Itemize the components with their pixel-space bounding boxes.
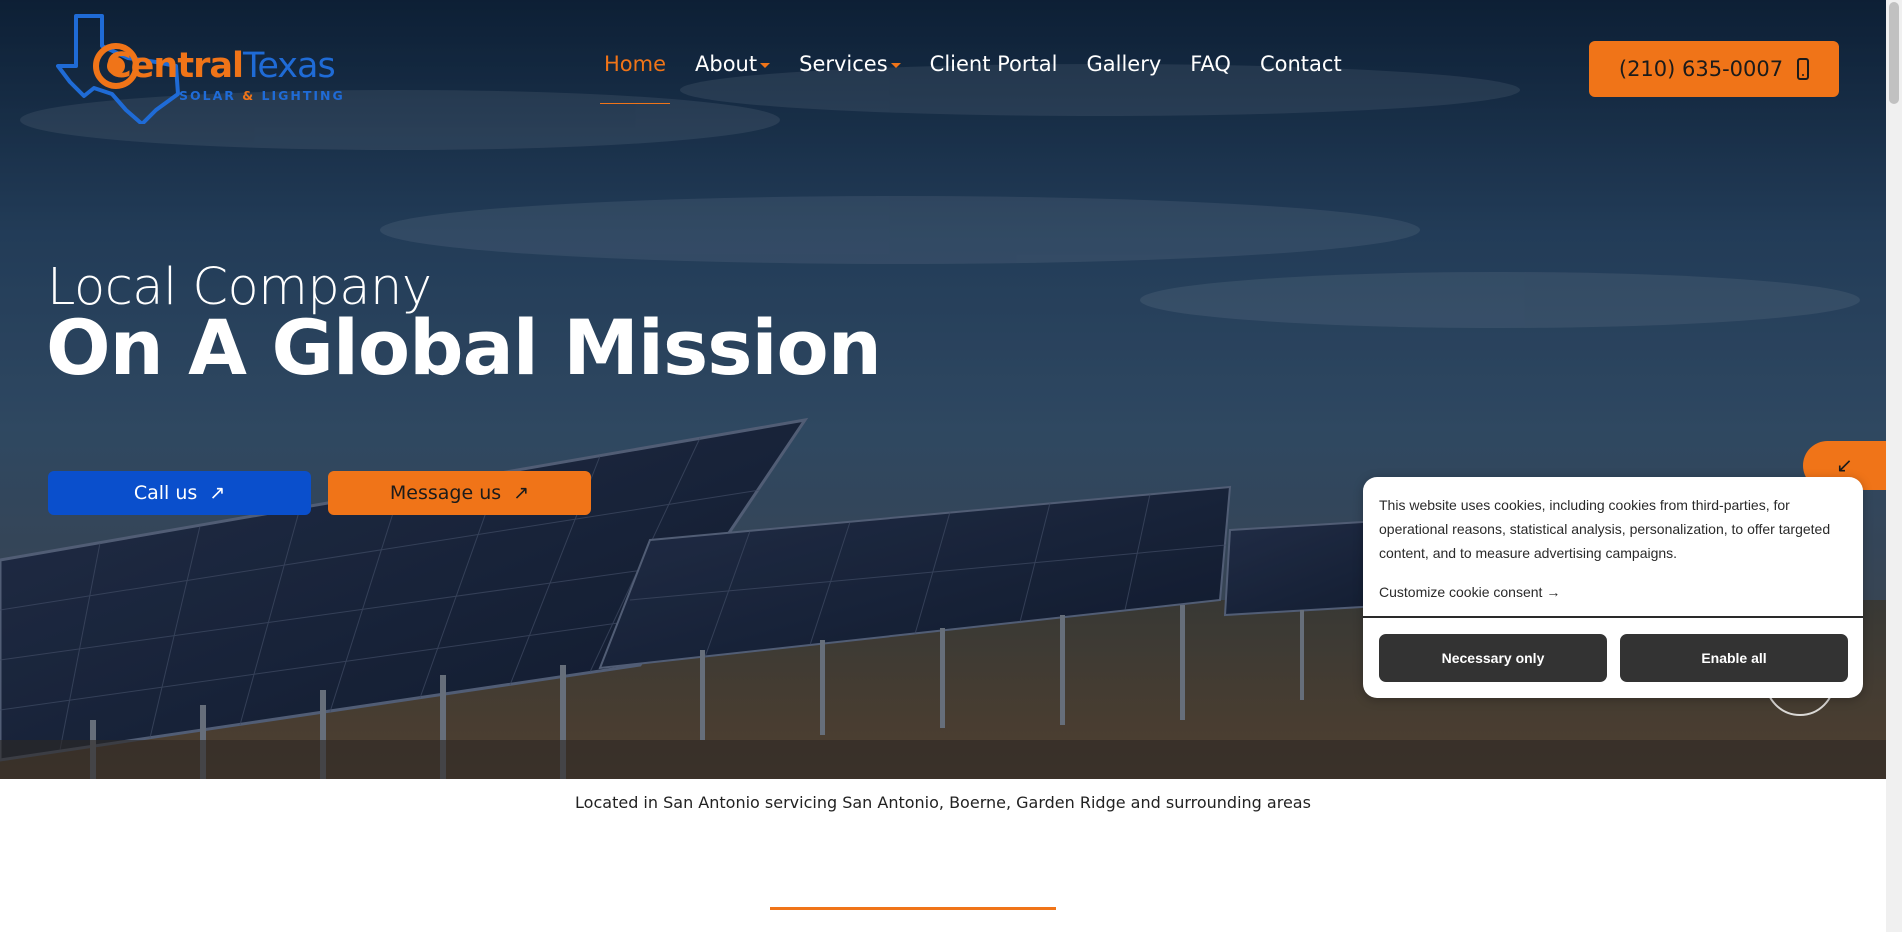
arrow-up-right-icon: ↗	[513, 482, 530, 504]
nav-faq[interactable]: FAQ	[1190, 52, 1231, 76]
service-area-text: Located in San Antonio servicing San Ant…	[575, 793, 1311, 812]
nav-gallery[interactable]: Gallery	[1086, 52, 1161, 76]
logo-wordmark: CentralTexas	[106, 46, 336, 86]
phone-button[interactable]: (210) 635-0007	[1589, 41, 1839, 97]
smartphone-icon	[1797, 58, 1810, 80]
arrow-right-icon: →	[1546, 584, 1561, 600]
dropdown-caret-icon	[760, 63, 771, 68]
nav-services[interactable]: Services	[799, 52, 901, 76]
logo-tagline: SOLAR & LIGHTING	[179, 88, 345, 103]
call-us-label: Call us	[133, 482, 198, 504]
nav-home[interactable]: Home	[599, 52, 671, 104]
enable-all-button[interactable]: Enable all	[1620, 634, 1848, 682]
arrow-down-left-icon: ↙	[1836, 455, 1853, 477]
section-divider	[770, 907, 1056, 910]
nav-about[interactable]: About	[695, 52, 771, 76]
page-scrollbar[interactable]	[1886, 0, 1902, 932]
dropdown-caret-icon	[890, 63, 901, 68]
message-us-label: Message us	[389, 482, 502, 504]
call-us-button[interactable]: Call us ↗	[48, 471, 311, 515]
cookie-message: This website uses cookies, including coo…	[1379, 497, 1831, 561]
cookie-consent-banner: This website uses cookies, including coo…	[1363, 477, 1863, 698]
cookie-separator	[1363, 616, 1863, 618]
arrow-up-right-icon: ↗	[209, 482, 226, 504]
hero-headline: On A Global Mission	[46, 303, 882, 392]
scrollbar-thumb[interactable]	[1889, 2, 1899, 104]
nav-client-portal[interactable]: Client Portal	[930, 52, 1058, 76]
nav-contact[interactable]: Contact	[1260, 52, 1342, 76]
message-us-button[interactable]: Message us ↗	[328, 471, 591, 515]
customize-cookie-link[interactable]: Customize cookie consent →	[1379, 584, 1560, 600]
phone-number: (210) 635-0007	[1618, 57, 1784, 81]
main-navigation: Home About Services Client Portal Galler…	[599, 52, 1371, 104]
necessary-only-button[interactable]: Necessary only	[1379, 634, 1607, 682]
company-logo[interactable]: CentralTexas SOLAR & LIGHTING	[56, 14, 346, 124]
